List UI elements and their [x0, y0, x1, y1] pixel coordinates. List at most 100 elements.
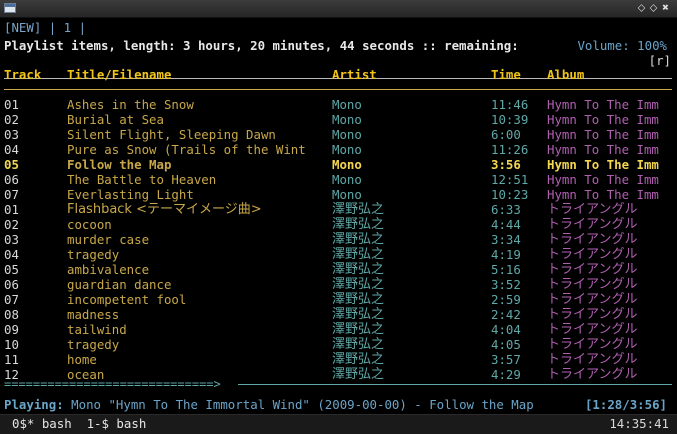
track-album: Hymn To The Imm: [547, 97, 659, 112]
track-time: 4:19: [491, 247, 521, 262]
playlist-row[interactable]: 06 The Battle to Heaven Mono 12:51 Hymn To T…: [0, 172, 677, 187]
track-album: Hymn To The Imm: [547, 142, 659, 157]
track-time: 4:29: [491, 367, 521, 382]
progress-bar[interactable]: =============================>: [4, 377, 221, 392]
track-album: トライアングル: [547, 262, 638, 277]
track-title: madness: [67, 307, 120, 322]
track-title: murder case: [67, 232, 150, 247]
track-number: 08: [4, 307, 19, 322]
track-title: tragedy: [67, 247, 120, 262]
playlist-row[interactable]: 04 tragedy 澤野弘之 4:19 トライアングル: [0, 247, 677, 262]
column-title[interactable]: Title/Filename: [67, 67, 327, 82]
track-artist: 澤野弘之: [332, 367, 385, 382]
track-title: Flashback <テーマイメージ曲>: [67, 202, 262, 217]
track-title: tailwind: [67, 322, 127, 337]
playlist-row[interactable]: 10 tragedy 澤野弘之 4:05 トライアングル: [0, 337, 677, 352]
shade-icon[interactable]: ⬦: [649, 1, 661, 15]
now-playing-line: Playing: Mono "Hymn To The Immortal Wind…: [4, 397, 534, 412]
column-header-underline: [4, 89, 672, 90]
track-title: Pure as Snow (Trails of the Wint: [67, 142, 306, 157]
track-number: 07: [4, 187, 19, 202]
track-artist: 澤野弘之: [332, 217, 385, 232]
track-title: guardian dance: [67, 277, 172, 292]
track-number: 06: [4, 172, 19, 187]
track-artist: 澤野弘之: [332, 247, 385, 262]
playlist-row[interactable]: 02 Burial at Sea Mono 10:39 Hymn To The Imm: [0, 112, 677, 127]
close-icon[interactable]: ✖: [661, 1, 673, 14]
track-title: ambivalence: [67, 262, 150, 277]
playlist-row[interactable]: 02 cocoon 澤野弘之 4:44 トライアングル: [0, 217, 677, 232]
window-icon: [4, 3, 16, 13]
track-album: トライアングル: [547, 202, 638, 217]
track-album: トライアングル: [547, 247, 638, 262]
top-tabs[interactable]: [NEW] | 1 |: [4, 20, 86, 35]
track-album: トライアングル: [547, 367, 638, 382]
track-album: トライアングル: [547, 292, 638, 307]
sticky-icon[interactable]: ⬦: [637, 1, 649, 15]
playlist-row[interactable]: 07 incompetent fool 澤野弘之 2:59 トライアングル: [0, 292, 677, 307]
track-artist: 澤野弘之: [332, 307, 385, 322]
track-title: cocoon: [67, 217, 112, 232]
track-number: 07: [4, 292, 19, 307]
playlist-row[interactable]: 04 Pure as Snow (Trails of the Wint Mono 11…: [0, 142, 677, 157]
track-artist: Mono: [332, 172, 362, 187]
column-album[interactable]: Album: [547, 67, 677, 82]
track-title: home: [67, 352, 97, 367]
screen-windows[interactable]: 0$* bash 1-$ bash: [12, 416, 146, 431]
track-number: 03: [4, 232, 19, 247]
track-album: Hymn To The Imm: [547, 157, 659, 172]
track-number: 03: [4, 127, 19, 142]
track-artist: Mono: [332, 112, 362, 127]
track-album: トライアングル: [547, 337, 638, 352]
playlist-row[interactable]: 01 Flashback <テーマイメージ曲> 澤野弘之 6:33 トライアングル: [0, 202, 677, 217]
track-album: トライアングル: [547, 232, 638, 247]
playlist-row[interactable]: 03 Silent Flight, Sleeping Dawn Mono 6:00 Hy…: [0, 127, 677, 142]
track-artist: Mono: [332, 127, 362, 142]
track-number: 06: [4, 277, 19, 292]
track-album: トライアングル: [547, 217, 638, 232]
column-header-row: Track Title/Filename Artist Time Album: [0, 67, 677, 82]
track-time: 2:42: [491, 307, 521, 322]
track-time: 11:46: [491, 97, 529, 112]
track-artist: 澤野弘之: [332, 292, 385, 307]
track-time: 3:52: [491, 277, 521, 292]
track-number: 02: [4, 217, 19, 232]
playlist-row-current[interactable]: 05 Follow the Map Mono 3:56 Hymn To The Imm: [0, 157, 677, 172]
column-track[interactable]: Track: [4, 67, 64, 82]
column-artist[interactable]: Artist: [332, 67, 487, 82]
track-number: 04: [4, 142, 19, 157]
track-time: 12:51: [491, 172, 529, 187]
playlist-row[interactable]: 09 tailwind 澤野弘之 4:04 トライアングル: [0, 322, 677, 337]
playlist-row[interactable]: 03 murder case 澤野弘之 3:34 トライアングル: [0, 232, 677, 247]
track-time: 11:26: [491, 142, 529, 157]
window-titlebar: ⬦⬦ ✖: [0, 0, 677, 18]
track-number: 01: [4, 202, 19, 217]
column-time[interactable]: Time: [491, 67, 543, 82]
track-time: 10:23: [491, 187, 529, 202]
window-buttons: ⬦⬦ ✖: [637, 1, 673, 15]
track-artist: 澤野弘之: [332, 232, 385, 247]
track-title: incompetent fool: [67, 292, 187, 307]
playlist-row[interactable]: 05 ambivalence 澤野弘之 5:16 トライアングル: [0, 262, 677, 277]
playlist-row[interactable]: 11 home 澤野弘之 3:57 トライアングル: [0, 352, 677, 367]
playlist-row[interactable]: 06 guardian dance 澤野弘之 3:52 トライアングル: [0, 277, 677, 292]
track-artist: 澤野弘之: [332, 352, 385, 367]
playlist-row[interactable]: 01 Ashes in the Snow Mono 11:46 Hymn To The …: [0, 97, 677, 112]
clock: 14:35:41: [609, 416, 669, 431]
track-artist: Mono: [332, 97, 362, 112]
track-artist: 澤野弘之: [332, 277, 385, 292]
track-artist: Mono: [332, 187, 362, 202]
playlist-row[interactable]: 08 madness 澤野弘之 2:42 トライアングル: [0, 307, 677, 322]
track-title: Burial at Sea: [67, 112, 164, 127]
track-time: 3:56: [491, 157, 521, 172]
track-album: トライアングル: [547, 322, 638, 337]
track-album: Hymn To The Imm: [547, 112, 659, 127]
track-number: 01: [4, 97, 19, 112]
terminal[interactable]: [NEW] | 1 | Playlist items, length: 3 ho…: [0, 18, 677, 433]
progress-track: [238, 384, 672, 385]
track-time: 5:16: [491, 262, 521, 277]
track-time: 3:57: [491, 352, 521, 367]
playlist-row[interactable]: 07 Everlasting Light Mono 10:23 Hymn To The …: [0, 187, 677, 202]
track-title: Ashes in the Snow: [67, 97, 194, 112]
now-playing-text: Mono "Hymn To The Immortal Wind" (2009-0…: [71, 397, 534, 412]
